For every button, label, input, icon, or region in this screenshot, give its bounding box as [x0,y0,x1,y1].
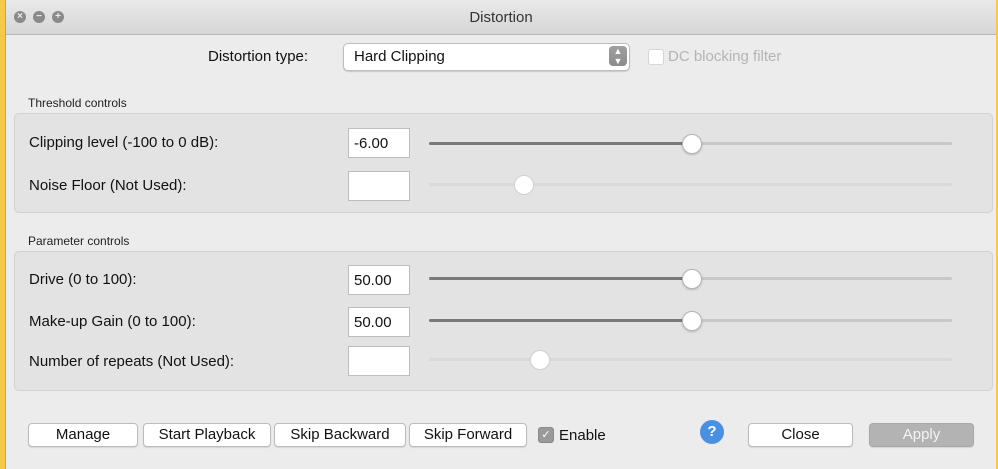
enable-checkbox[interactable]: ✓ [538,427,554,443]
makeup-gain-label: Make-up Gain (0 to 100): [29,313,196,330]
repeats-knob[interactable] [529,350,550,370]
chevron-updown-icon: ▲ ▼ [609,46,627,66]
threshold-group-label: Threshold controls [28,96,127,110]
apply-button[interactable]: Apply [869,423,974,447]
clipping-level-input[interactable]: -6.00 [348,128,410,158]
enable-label: Enable [559,427,606,444]
help-icon[interactable]: ? [700,420,724,444]
repeats-slider[interactable] [429,350,952,370]
drive-fill [429,277,691,280]
drive-knob[interactable] [681,269,702,289]
distortion-window: × − + Distortion Distortion type: Hard C… [5,0,996,469]
threshold-controls-group: Clipping level (-100 to 0 dB): -6.00 Noi… [14,113,993,213]
drive-input[interactable]: 50.00 [348,265,410,295]
drive-label: Drive (0 to 100): [29,271,137,288]
clipping-level-slider[interactable] [429,134,952,154]
noise-floor-label: Noise Floor (Not Used): [29,177,187,194]
distortion-type-select[interactable]: Hard Clipping ▲ ▼ [343,43,630,71]
makeup-gain-knob[interactable] [681,311,702,331]
noise-floor-slider[interactable] [429,175,952,195]
parameter-controls-group: Drive (0 to 100): 50.00 Make-up Gain (0 … [14,251,993,391]
start-playback-button[interactable]: Start Playback [143,423,271,447]
clipping-level-label: Clipping level (-100 to 0 dB): [29,134,219,151]
drive-slider[interactable] [429,269,952,289]
clipping-level-fill [429,142,691,145]
dc-blocking-checkbox[interactable] [648,49,664,65]
makeup-gain-input[interactable]: 50.00 [348,307,410,337]
title-bar: × − + Distortion [6,0,996,35]
dc-blocking-label: DC blocking filter [668,48,782,65]
skip-forward-button[interactable]: Skip Forward [409,423,527,447]
repeats-input[interactable] [348,346,410,376]
window-title: Distortion [469,9,533,26]
distortion-type-value: Hard Clipping [354,48,445,65]
manage-button[interactable]: Manage [28,423,138,447]
parameter-group-label: Parameter controls [28,234,130,248]
makeup-gain-slider[interactable] [429,311,952,331]
repeats-label: Number of repeats (Not Used): [29,353,235,370]
close-button[interactable]: Close [748,423,853,447]
distortion-type-label: Distortion type: [208,48,309,65]
makeup-gain-fill [429,319,691,322]
clipping-level-knob[interactable] [681,134,702,154]
noise-floor-knob[interactable] [514,175,535,195]
skip-backward-button[interactable]: Skip Backward [274,423,406,447]
noise-floor-input[interactable] [348,171,410,201]
